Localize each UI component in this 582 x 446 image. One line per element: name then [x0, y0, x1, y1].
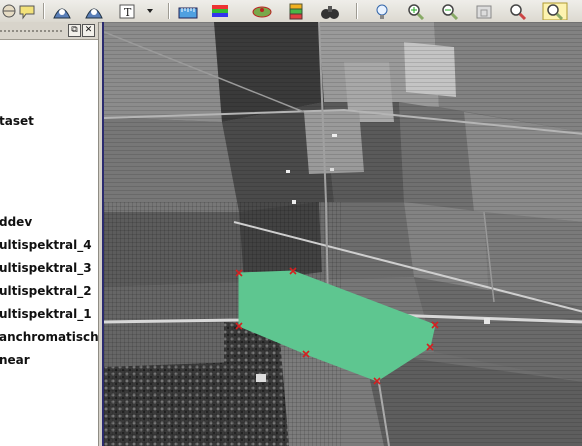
layer-item[interactable]: ultispektral_1	[0, 307, 92, 321]
layer-item[interactable]: ultispektral_2	[0, 284, 92, 298]
identify-icon[interactable]	[50, 1, 74, 21]
layer-item[interactable]: anchromatisch	[0, 330, 98, 344]
layer-item[interactable]: taset	[0, 114, 34, 128]
map-canvas[interactable]	[102, 22, 582, 446]
close-icon[interactable]: ✕	[82, 24, 95, 37]
identify-results-icon[interactable]	[82, 1, 106, 21]
satellite-image	[104, 22, 582, 446]
lightbulb-icon[interactable]	[370, 1, 394, 21]
stack-layers-icon[interactable]	[284, 1, 308, 21]
vector-layer-icon[interactable]	[250, 1, 274, 21]
panel-title-bar: ⧉ ✕	[0, 22, 98, 40]
building	[286, 170, 290, 173]
layer-item[interactable]: near	[0, 353, 30, 367]
building	[484, 318, 490, 324]
building	[330, 168, 334, 171]
layer-item[interactable]: ddev	[0, 215, 32, 229]
binoculars-icon[interactable]	[318, 1, 342, 21]
drag-handle[interactable]	[0, 30, 62, 32]
layer-item[interactable]: ultispektral_3	[0, 261, 92, 275]
color-legend-icon[interactable]	[208, 1, 232, 21]
zoom-layer-icon[interactable]	[472, 1, 496, 21]
building	[332, 134, 337, 137]
main-toolbar: T	[0, 0, 582, 23]
layer-tree: taset ddev ultispektral_4 ultispektral_3…	[0, 40, 98, 446]
annotation-icon[interactable]	[15, 1, 39, 21]
zoom-in-icon[interactable]	[404, 1, 428, 21]
svg-text:T: T	[124, 6, 132, 19]
float-panel-icon[interactable]: ⧉	[68, 24, 81, 37]
layer-item[interactable]: ultispektral_4	[0, 238, 92, 252]
building	[292, 200, 296, 204]
measure-icon[interactable]	[176, 1, 200, 21]
zoom-full-icon[interactable]	[506, 1, 530, 21]
zoom-last-icon[interactable]	[540, 1, 570, 21]
chevron-down-icon[interactable]	[140, 1, 160, 21]
text-annotation-icon[interactable]: T	[116, 1, 140, 21]
zoom-out-icon[interactable]	[438, 1, 462, 21]
building	[256, 374, 266, 382]
layers-panel: ⧉ ✕ taset ddev ultispektral_4 ultispektr…	[0, 22, 99, 446]
